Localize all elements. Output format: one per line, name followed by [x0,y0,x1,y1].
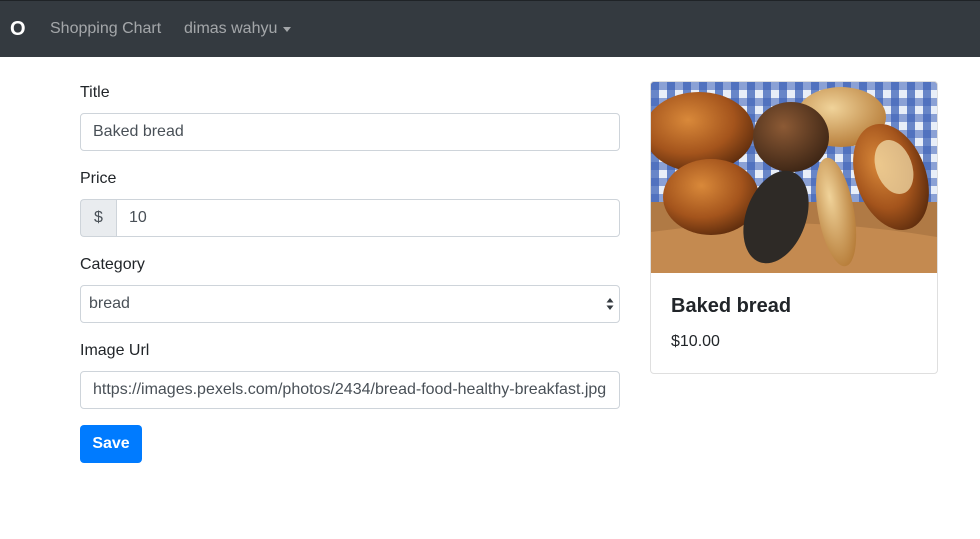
image-url-label: Image Url [80,342,150,359]
category-selected-value: bread [89,295,130,312]
chevron-down-icon [283,27,292,32]
save-button[interactable]: Save [80,425,142,463]
title-label: Title [80,84,110,101]
price-label: Price [80,170,117,187]
card-price: $10.00 [671,333,720,350]
brand-logo[interactable]: O [10,16,26,42]
image-url-input[interactable]: https://images.pexels.com/photos/2434/br… [80,371,620,409]
category-label: Category [80,256,145,273]
title-input[interactable]: Baked bread [80,113,620,151]
product-image [651,82,937,273]
price-input-group: $ 10 [80,199,620,237]
nav-link-shopping-chart[interactable]: Shopping Chart [50,19,161,39]
currency-addon: $ [80,199,116,237]
product-preview-card: Baked bread $10.00 [650,81,938,374]
card-title: Baked bread [671,295,792,317]
user-dropdown-toggle[interactable]: dimas wahyu [184,19,292,39]
top-navbar: O Shopping Chart dimas wahyu [0,0,980,57]
select-arrows-icon [606,298,614,310]
price-input[interactable]: 10 [116,199,620,237]
category-select[interactable]: bread [80,285,620,323]
user-name: dimas wahyu [184,20,278,37]
